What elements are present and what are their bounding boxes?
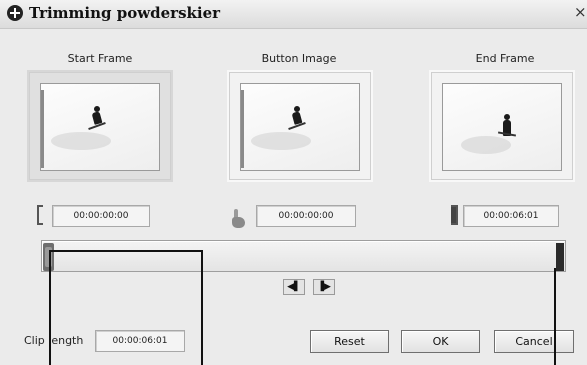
trim-slider-track[interactable] <box>41 240 566 272</box>
skier-image <box>288 106 306 131</box>
step-forward-button[interactable]: ▐▶ <box>313 279 335 295</box>
button-image-label: Button Image <box>261 52 337 65</box>
ok-button[interactable]: OK <box>401 330 480 353</box>
end-frame-preview[interactable] <box>429 70 575 182</box>
callout-line-horizontal <box>49 250 203 252</box>
callout-line-middle <box>201 250 203 365</box>
hand-icon[interactable] <box>229 208 249 230</box>
start-timecode-field[interactable]: 00:00:00:00 <box>52 205 150 227</box>
start-frame-thumbnail <box>40 83 160 171</box>
button-image-thumbnail <box>240 83 360 171</box>
title-bar[interactable]: Trimming powderskier × <box>0 0 587 29</box>
button-image-preview[interactable] <box>227 70 373 182</box>
skier-image <box>497 114 517 137</box>
callout-line-start <box>49 250 51 365</box>
disc-icon <box>7 5 23 21</box>
end-frame-thumbnail <box>442 83 562 171</box>
cancel-button[interactable]: Cancel <box>494 330 574 353</box>
start-frame-label: Start Frame <box>67 52 133 65</box>
clip-length-label: Clip length <box>24 334 84 347</box>
end-bracket-icon[interactable] <box>451 205 458 225</box>
close-button[interactable]: × <box>574 2 587 22</box>
trim-dialog: Trimming powderskier × Start Frame Butto… <box>0 0 587 365</box>
callout-line-end <box>554 268 556 365</box>
step-back-button[interactable]: ◀▌ <box>283 279 305 295</box>
clip-length-field: 00:00:06:01 <box>95 330 185 352</box>
window-title: Trimming powderskier <box>29 4 221 22</box>
skier-image <box>88 106 106 131</box>
end-trim-handle[interactable] <box>556 243 564 271</box>
reset-button[interactable]: Reset <box>310 330 389 353</box>
button-timecode-field[interactable]: 00:00:00:00 <box>256 205 356 227</box>
start-bracket-icon[interactable] <box>37 205 43 225</box>
start-frame-preview[interactable] <box>27 70 173 182</box>
end-frame-label: End Frame <box>475 52 535 65</box>
end-timecode-field[interactable]: 00:00:06:01 <box>463 205 559 227</box>
